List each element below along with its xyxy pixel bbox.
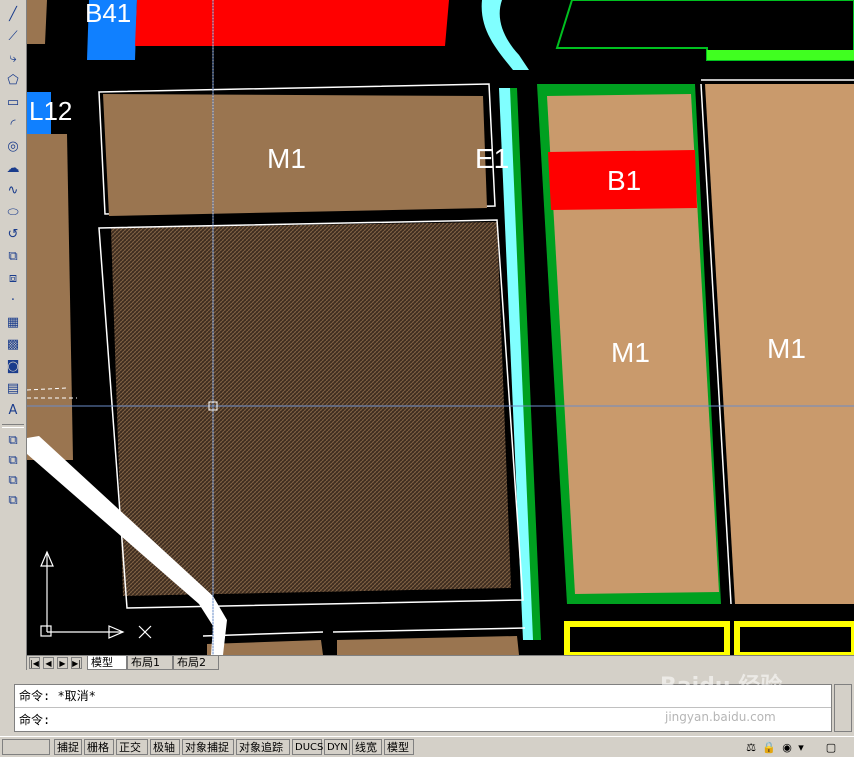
tab-nav-last-button[interactable]: ▶| — [71, 657, 82, 669]
label-m1-right: M1 — [767, 333, 806, 364]
lock-icon[interactable]: 🔒 — [762, 740, 776, 754]
plot-hatched — [111, 222, 511, 596]
plot-red-top — [135, 0, 449, 46]
label-e1: E1 — [475, 143, 509, 174]
polar-toggle[interactable]: 极轴 — [150, 739, 180, 755]
bring-above-icon[interactable]: ⧉ — [2, 490, 24, 510]
status-bar: 捕捉 栅格 正交 极轴 对象捕捉 对象追踪 DUCS DYN 线宽 模型 ⚖ 🔒… — [0, 736, 854, 757]
scale-icon[interactable]: ⚖ — [744, 740, 758, 754]
point-icon[interactable]: · — [2, 290, 24, 310]
label-b41: B41 — [85, 0, 131, 28]
tab-nav-first-button[interactable]: |◀ — [29, 657, 40, 669]
green-strip-top — [707, 50, 854, 60]
command-window[interactable]: 命令: *取消* 命令: — [14, 684, 832, 732]
send-back-icon[interactable]: ⧉ — [2, 470, 24, 490]
command-prompt[interactable]: 命令: — [19, 711, 50, 729]
osnap-toggle[interactable]: 对象捕捉 — [182, 739, 234, 755]
dyn-toggle[interactable]: DYN — [324, 739, 350, 755]
tab-layout2[interactable]: 布局2 — [173, 656, 219, 670]
command-history-line: 命令: *取消* — [19, 689, 96, 703]
ellipse-arc-icon[interactable]: ↺ — [2, 224, 24, 244]
rectangle-icon[interactable]: ▭ — [2, 92, 24, 112]
draw-toolbar: ╱ ⟋ ⤷ ⬠ ▭ ◜ ◎ ☁ ∿ ⬭ ↺ ⧉ ⧈ · ▦ ▩ ◙ ▤ A ⧉ ⧉ ⧉ ⧉ — [0, 0, 27, 670]
status-menu-icon[interactable]: ▾ — [796, 740, 806, 754]
toolbar-separator — [2, 424, 24, 428]
clean-screen-icon[interactable]: ▢ — [824, 740, 838, 754]
hatch-icon[interactable]: ▦ — [2, 312, 24, 332]
label-b1: B1 — [607, 165, 641, 196]
line-icon[interactable]: ╱ — [2, 4, 24, 24]
plot-topleft-edge — [27, 0, 47, 44]
command-scrollbar[interactable] — [834, 684, 852, 732]
tab-nav-prev-button[interactable]: ◀ — [43, 657, 54, 669]
label-l12: L12 — [29, 96, 72, 126]
ortho-toggle[interactable]: 正交 — [116, 739, 148, 755]
make-block-icon[interactable]: ⧈ — [2, 268, 24, 288]
circle-icon[interactable]: ◎ — [2, 136, 24, 156]
polyline-icon[interactable]: ⤷ — [2, 48, 24, 68]
polygon-icon[interactable]: ⬠ — [2, 70, 24, 90]
spline-icon[interactable]: ∿ — [2, 180, 24, 200]
drawing-canvas[interactable]: B41 L12 M1 E1 B1 M1 M1 — [27, 0, 854, 655]
label-m1-mid: M1 — [611, 337, 650, 368]
table-icon[interactable]: ▤ — [2, 378, 24, 398]
coordinate-display — [2, 739, 50, 755]
tab-model[interactable]: 模型 — [87, 656, 127, 670]
bring-front-icon[interactable]: ⧉ — [2, 450, 24, 470]
revision-cloud-icon[interactable]: ☁ — [2, 158, 24, 178]
multiline-text-icon[interactable]: A — [2, 400, 24, 420]
construction-line-icon[interactable]: ⟋ — [2, 26, 24, 46]
lineweight-toggle[interactable]: 线宽 — [352, 739, 382, 755]
ducs-toggle[interactable]: DUCS — [292, 739, 323, 755]
layout-tab-bar: |◀ ◀ ▶ ▶| 模型 布局1 布局2 — [27, 655, 854, 671]
ellipse-icon[interactable]: ⬭ — [2, 202, 24, 222]
label-m1-top: M1 — [267, 143, 306, 174]
drawing-svg: B41 L12 M1 E1 B1 M1 M1 — [27, 0, 854, 655]
draw-order-icon[interactable]: ⧉ — [2, 430, 24, 450]
tab-layout1[interactable]: 布局1 — [127, 656, 173, 670]
grid-toggle[interactable]: 栅格 — [84, 739, 114, 755]
watermark-url: jingyan.baidu.com — [665, 710, 776, 724]
tab-nav-next-button[interactable]: ▶ — [57, 657, 68, 669]
splitter[interactable] — [0, 670, 854, 684]
plot-left-partial — [27, 134, 73, 460]
region-icon[interactable]: ◙ — [2, 356, 24, 376]
communication-icon[interactable]: ◉ — [780, 740, 794, 754]
arc-icon[interactable]: ◜ — [2, 114, 24, 134]
model-space-toggle[interactable]: 模型 — [384, 739, 414, 755]
gradient-icon[interactable]: ▩ — [2, 334, 24, 354]
snap-toggle[interactable]: 捕捉 — [54, 739, 82, 755]
otrack-toggle[interactable]: 对象追踪 — [236, 739, 290, 755]
insert-block-icon[interactable]: ⧉ — [2, 246, 24, 266]
